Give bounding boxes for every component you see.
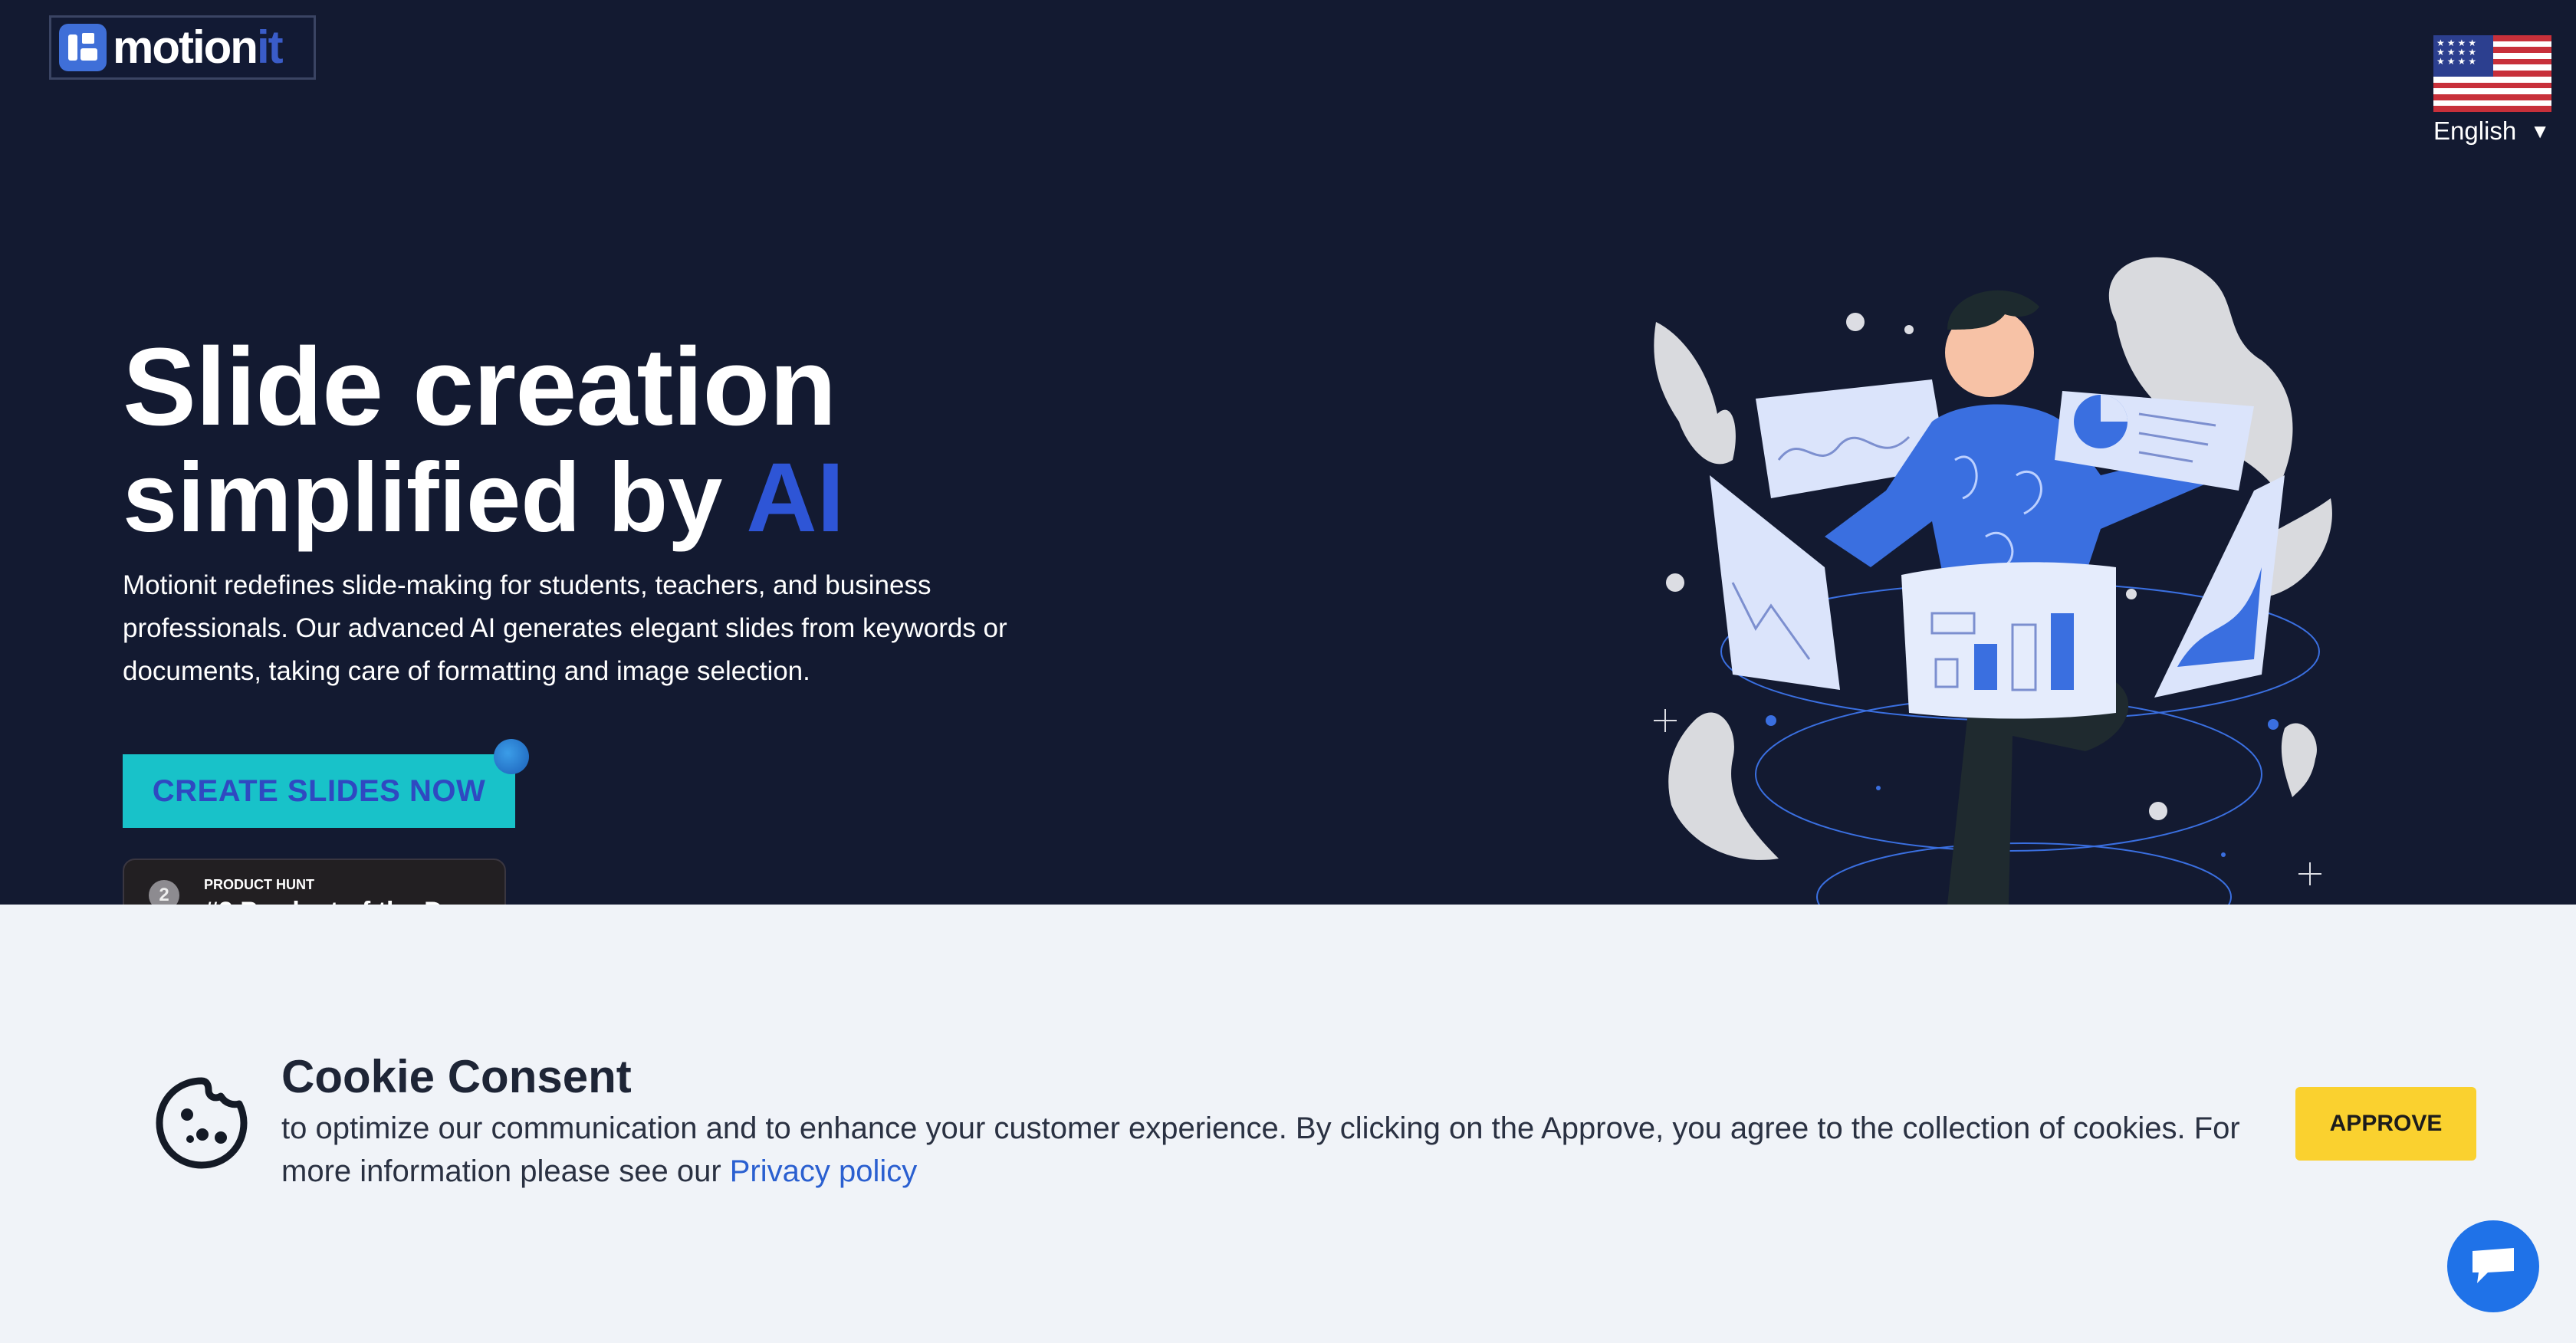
cookie-title: Cookie Consent <box>281 1051 632 1102</box>
cta-highlight-dot-icon <box>494 739 529 774</box>
logo-mark-icon <box>59 24 107 71</box>
language-label[interactable]: English <box>2433 117 2516 146</box>
language-selector[interactable]: ★★★★ ★★★★ ★★★★ English ▼ <box>2433 35 2556 146</box>
chat-button[interactable] <box>2447 1220 2539 1312</box>
product-hunt-badge[interactable]: 2 PRODUCT HUNT #2 Product of the Day <box>123 859 506 905</box>
hero-title-line2: simplified by AI <box>123 443 845 553</box>
us-flag-icon: ★★★★ ★★★★ ★★★★ <box>2433 35 2551 112</box>
hero-illustration <box>1654 257 2332 905</box>
privacy-policy-link[interactable]: Privacy policy <box>730 1154 918 1188</box>
motionit-logo[interactable]: motionit <box>49 15 316 80</box>
logo-wordmark: motionit <box>113 21 284 73</box>
hero-title-line1: Slide creation <box>123 325 836 448</box>
caret-down-icon[interactable]: ▼ <box>2530 120 2550 143</box>
cookie-icon <box>156 1077 248 1169</box>
approve-button[interactable]: APPROVE <box>2295 1087 2476 1161</box>
create-slides-button[interactable]: CREATE SLIDES NOW <box>123 754 515 828</box>
medal-icon: 2 <box>149 880 179 905</box>
hero-description: Motionit redefines slide-making for stud… <box>123 570 1007 686</box>
hero-title: Slide creation simplified by AI <box>123 330 844 552</box>
cookie-text: to optimize our communication and to enh… <box>281 1112 2240 1188</box>
hero-section: motionit ★★★★ ★★★★ ★★★★ English ▼ Slide cr… <box>0 0 2576 905</box>
product-hunt-label: PRODUCT HUNT <box>204 877 314 892</box>
product-hunt-title: #2 Product of the Day <box>204 897 472 905</box>
chat-bubble-icon <box>2472 1248 2514 1283</box>
hero-title-accent: AI <box>746 443 845 553</box>
